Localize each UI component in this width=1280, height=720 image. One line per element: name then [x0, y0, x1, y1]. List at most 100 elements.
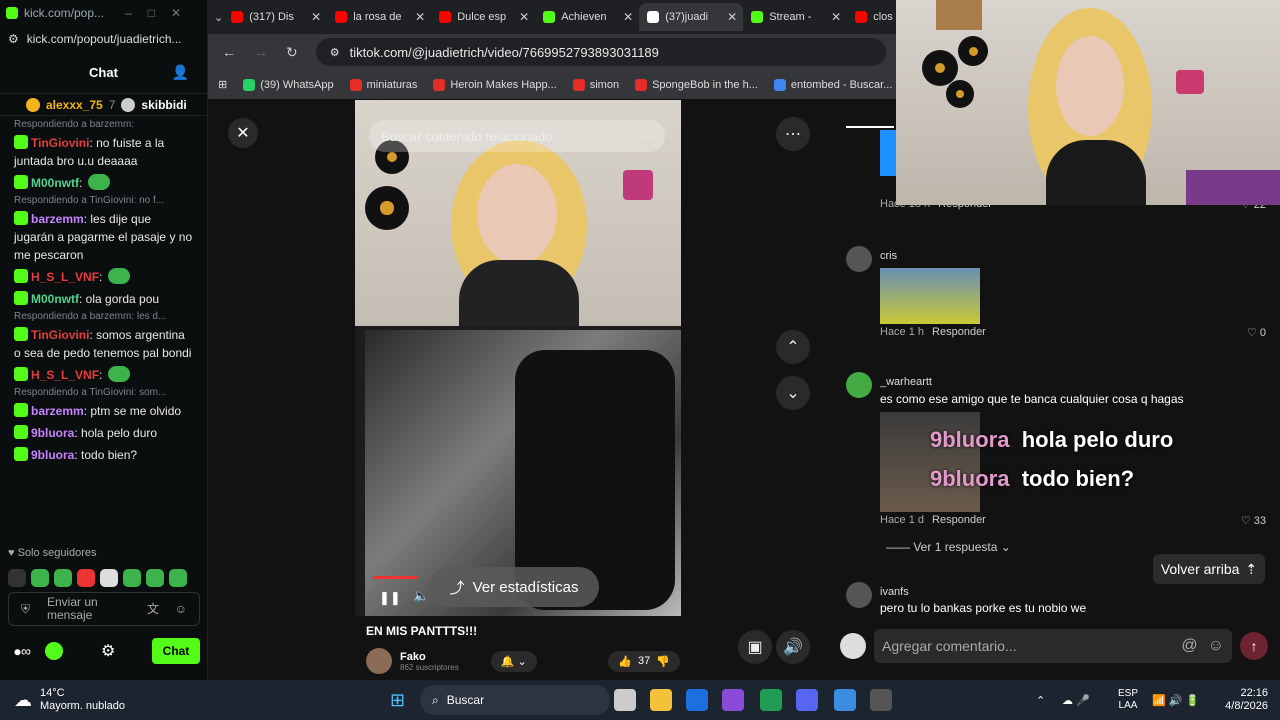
chat-message-list[interactable]: Respondiendo a barzemm: TinGiovini: no fu…	[0, 116, 207, 466]
chat-username[interactable]: TinGiovini	[31, 136, 89, 150]
thumbs-down-icon[interactable]: 👎	[656, 655, 670, 668]
forward-icon[interactable]: →	[254, 44, 268, 60]
site-info-icon[interactable]: ⚙	[330, 46, 340, 59]
bookmark-item[interactable]: simon	[572, 78, 619, 91]
comment-likes[interactable]: ♡ 33	[1241, 514, 1266, 527]
emote-icon[interactable]	[77, 569, 95, 587]
chat-reply-context[interactable]: Respondiendo a barzemm: les d...	[0, 310, 207, 324]
kick-logo-icon[interactable]	[44, 642, 63, 660]
close-tab-icon[interactable]: ✕	[727, 10, 737, 24]
commenter-avatar[interactable]	[846, 372, 872, 398]
bookmark-item[interactable]: miniaturas	[349, 78, 417, 91]
reply-button[interactable]: Responder	[932, 326, 986, 338]
commenter-name[interactable]: cris	[880, 250, 897, 262]
author-avatar[interactable]	[366, 648, 392, 674]
translate-icon[interactable]: 文	[147, 602, 159, 616]
close-tab-icon[interactable]: ✕	[831, 10, 841, 24]
settings-gear-icon[interactable]: ⚙	[101, 641, 115, 661]
bookmark-item[interactable]: Heroin Makes Happ...	[433, 78, 557, 91]
chat-username[interactable]: barzemm	[31, 212, 84, 226]
emote-icon[interactable]	[146, 569, 164, 587]
word-icon[interactable]	[686, 689, 708, 711]
clock[interactable]: 22:16 4/8/2026	[1222, 687, 1268, 713]
send-comment-icon[interactable]: ↑	[1240, 632, 1268, 660]
bookmark-item[interactable]: (39) WhatsApp	[243, 78, 334, 91]
tray-icons[interactable]: ☁ 🎤	[1062, 694, 1090, 707]
emote-icon[interactable]	[100, 569, 118, 587]
chat-username[interactable]: 9bluora	[31, 448, 74, 462]
more-options-icon[interactable]: ⋯	[776, 117, 810, 151]
view-replies-button[interactable]: —— Ver 1 respuesta ⌄	[886, 540, 1011, 554]
emote-icon[interactable]	[169, 569, 187, 587]
browser-tab[interactable]: (317) Dis ✕	[223, 3, 327, 31]
browser-tab[interactable]: Stream - ✕	[743, 3, 847, 31]
chat-username[interactable]: barzemm	[31, 404, 84, 418]
windows-start-icon[interactable]: ⊞	[390, 690, 405, 711]
bookmark-item[interactable]: entombed - Buscar...	[773, 78, 892, 91]
file-explorer-icon[interactable]	[650, 689, 672, 711]
previous-video-icon[interactable]: ⌃	[776, 330, 810, 364]
like-button[interactable]: 👍 37 👎	[608, 650, 680, 672]
reload-icon[interactable]: ↻	[286, 44, 298, 61]
emote-icon[interactable]	[8, 569, 26, 587]
add-comment-input[interactable]: Agregar comentario... @ ☺	[874, 629, 1232, 663]
chat-username[interactable]: M00nwtf	[31, 292, 79, 306]
chat-username[interactable]: H_S_L_VNF	[31, 368, 99, 382]
browser-tab[interactable]: Dulce esp ✕	[431, 3, 535, 31]
browser-tab[interactable]: Achieven ✕	[535, 3, 639, 31]
emote-icon[interactable]	[54, 569, 72, 587]
chat-reply-context[interactable]: Respondiendo a TinGiovini: som...	[0, 386, 207, 400]
search-icon[interactable]: ⌕	[644, 128, 651, 144]
mention-icon[interactable]: @	[1181, 637, 1197, 655]
chat-reply-context[interactable]: Respondiendo a barzemm:	[0, 118, 207, 132]
comment-likes[interactable]: ♡ 0	[1247, 326, 1266, 339]
excel-icon[interactable]	[760, 689, 782, 711]
related-search-input[interactable]: Buscar contenido relacionado ⌕	[369, 120, 665, 152]
back-icon[interactable]: ←	[222, 44, 236, 60]
video-progress-bar[interactable]	[373, 576, 417, 579]
browser-tab[interactable]: (37)juadi ✕	[639, 3, 744, 31]
video-player[interactable]: Buscar contenido relacionado ⌕ ❚❚ 🔈 ⤴ Ve…	[355, 100, 681, 616]
chat-send-button[interactable]: Chat	[152, 638, 200, 664]
chat-reply-context[interactable]: Respondiendo a TinGiovini: no f...	[0, 194, 207, 208]
address-bar[interactable]: ⚙ tiktok.com/@juadietrich/video/76699527…	[315, 38, 886, 66]
author-name[interactable]: Fako	[400, 651, 459, 663]
reply-button[interactable]: Responder	[932, 514, 986, 526]
close-tab-icon[interactable]: ✕	[519, 10, 529, 24]
pinned-user-2[interactable]: skibbidi	[141, 98, 186, 112]
chat-username[interactable]: M00nwtf	[31, 176, 79, 190]
close-tab-icon[interactable]: ✕	[623, 10, 633, 24]
chat-message-input[interactable]: ⛨ Enviar un mensaje 文 ☺	[8, 592, 200, 626]
speaker-icon[interactable]: 🔊	[776, 630, 810, 664]
taskbar-search[interactable]: ⌕ Buscar	[420, 685, 610, 715]
emote-bar[interactable]	[0, 565, 195, 591]
pinned-user-1[interactable]: alexxx_75	[46, 98, 103, 112]
browser-tab[interactable]: la rosa de ✕	[327, 3, 431, 31]
weather-widget[interactable]: ☁ 14°C Mayorm. nublado	[14, 687, 125, 713]
site-settings-icon[interactable]: ⚙	[8, 32, 19, 46]
copilot-icon[interactable]	[722, 689, 744, 711]
back-to-top-button[interactable]: Volver arriba ⇡	[1153, 554, 1265, 584]
apps-grid-icon[interactable]: ⊞	[218, 78, 227, 91]
close-tab-icon[interactable]: ✕	[311, 10, 321, 24]
discord-icon[interactable]	[796, 689, 818, 711]
view-stats-button[interactable]: ⤴ Ver estadísticas	[429, 567, 599, 607]
volume-icon[interactable]: 🔈	[413, 588, 429, 604]
commenter-name[interactable]: _warheartt	[880, 376, 932, 388]
pause-icon[interactable]: ❚❚	[379, 590, 401, 606]
next-video-icon[interactable]: ⌄	[776, 376, 810, 410]
close-tab-icon[interactable]: ✕	[415, 10, 425, 24]
tray-overflow-icon[interactable]: ⌃	[1036, 694, 1045, 707]
emoji-icon[interactable]: ☺	[1208, 637, 1224, 655]
bookmark-item[interactable]: SpongeBob in the h...	[635, 78, 758, 91]
points-icon[interactable]: ⦁∞	[14, 643, 31, 660]
commenter-avatar[interactable]	[846, 246, 872, 272]
close-video-icon[interactable]: ✕	[228, 118, 258, 148]
commenter-name[interactable]: ivanfs	[880, 586, 909, 598]
emote-icon[interactable]	[31, 569, 49, 587]
chat-username[interactable]: 9bluora	[31, 426, 74, 440]
emote-icon[interactable]	[123, 569, 141, 587]
chat-username[interactable]: H_S_L_VNF	[31, 270, 99, 284]
chat-username[interactable]: TinGiovini	[31, 328, 89, 342]
window-controls-icon[interactable]: –□✕	[125, 6, 197, 20]
